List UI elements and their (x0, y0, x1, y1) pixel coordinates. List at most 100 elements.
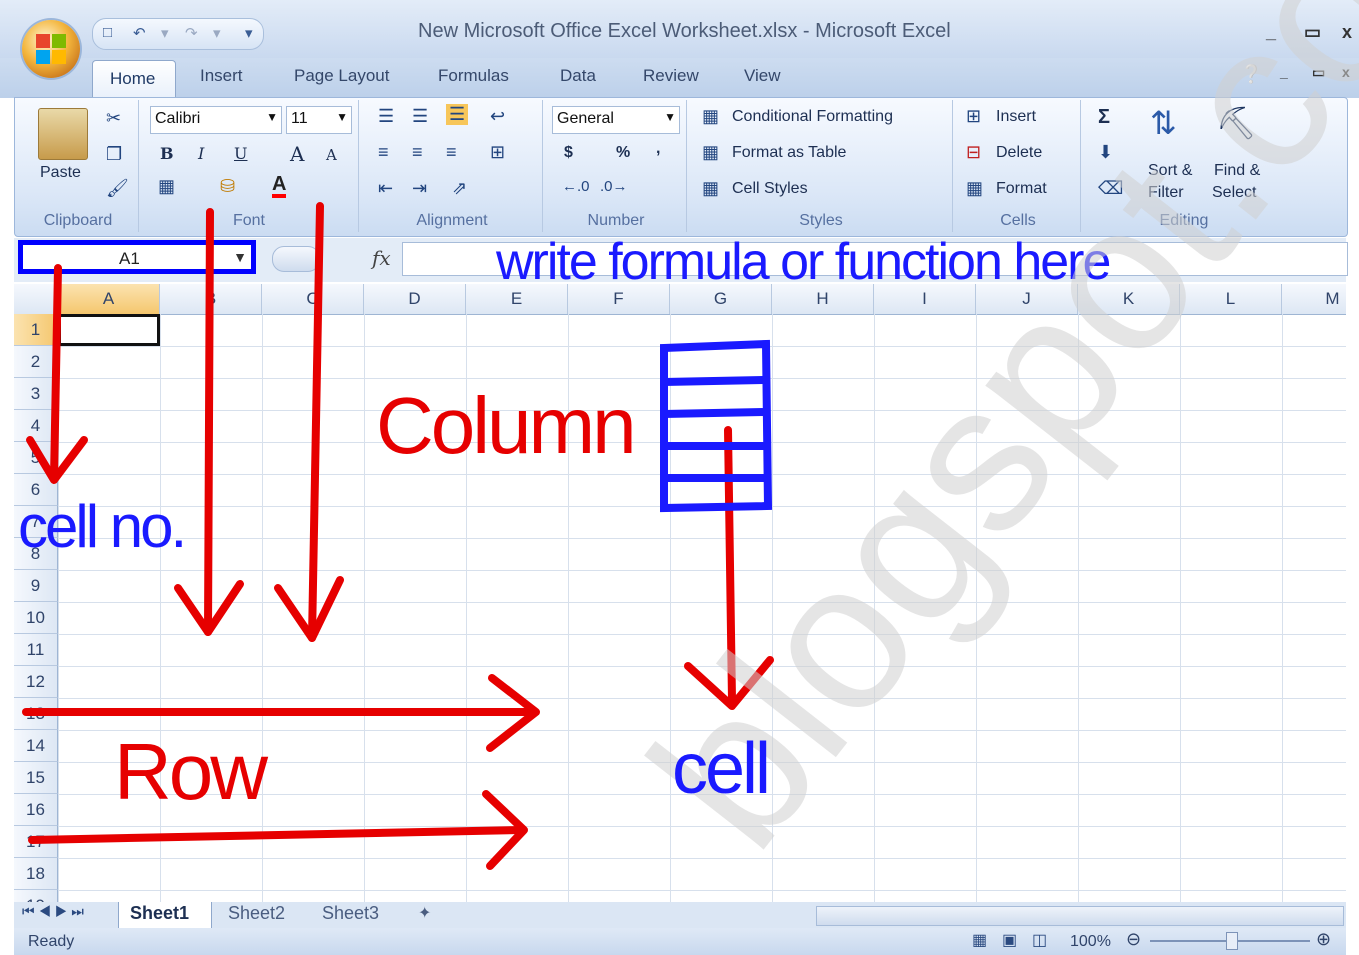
number-format-select[interactable]: General ▼ (552, 106, 680, 134)
zoom-level[interactable]: 100% (1070, 933, 1111, 951)
row-header-10[interactable]: 10 (14, 602, 58, 634)
zoom-slider-thumb[interactable] (1226, 932, 1238, 950)
font-color-button[interactable]: A (272, 174, 287, 198)
align-top-icon[interactable]: ☰ (378, 106, 394, 127)
undo-icon[interactable]: ↶ (133, 24, 146, 42)
row-header-4[interactable]: 4 (14, 410, 58, 442)
row-header-16[interactable]: 16 (14, 794, 58, 826)
redo-icon[interactable]: ↷ (185, 24, 198, 42)
column-header-j[interactable]: J (976, 284, 1078, 314)
sheet-nav-icon[interactable]: ⏮ ◀ ▶ ⏭ (22, 903, 84, 920)
column-header-l[interactable]: L (1180, 284, 1282, 314)
column-header-a[interactable]: A (58, 284, 160, 314)
tab-home[interactable]: Home (92, 60, 176, 99)
ribbon-minimize-button[interactable]: _ (1280, 64, 1288, 80)
horizontal-scrollbar[interactable] (816, 906, 1344, 926)
percent-button[interactable]: % (616, 144, 630, 162)
ribbon-restore-button[interactable]: ▭ (1312, 64, 1325, 81)
cell-styles-button[interactable]: Cell Styles (732, 180, 808, 198)
font-name-select[interactable]: Calibri ▼ (150, 106, 282, 134)
paste-icon[interactable] (38, 108, 88, 160)
tab-page-layout[interactable]: Page Layout (294, 66, 389, 86)
chevron-down-icon[interactable]: ▾ (161, 24, 169, 42)
insert-function-button[interactable]: fx (372, 246, 391, 270)
row-header-2[interactable]: 2 (14, 346, 58, 378)
page-break-view-icon[interactable]: ◫ (1032, 930, 1047, 950)
row-header-12[interactable]: 12 (14, 666, 58, 698)
tab-data[interactable]: Data (560, 66, 596, 86)
fill-icon[interactable]: ⬇ (1098, 142, 1113, 163)
grow-font-button[interactable]: A (290, 142, 304, 166)
customize-qat-icon[interactable]: ▾ (245, 24, 253, 42)
row-header-19[interactable]: 19 (14, 890, 58, 902)
row-header-3[interactable]: 3 (14, 378, 58, 410)
column-header-k[interactable]: K (1078, 284, 1180, 314)
office-button[interactable] (22, 20, 80, 78)
tab-review[interactable]: Review (643, 66, 699, 86)
clear-icon[interactable]: ⌫ (1098, 178, 1123, 199)
row-header-17[interactable]: 17 (14, 826, 58, 858)
column-header-m[interactable]: M (1282, 284, 1346, 314)
find-select-label-1[interactable]: Find & (1214, 162, 1260, 180)
tab-formulas[interactable]: Formulas (438, 66, 509, 86)
name-box[interactable]: A1 ▼ (18, 240, 256, 274)
align-center-icon[interactable]: ≡ (412, 142, 423, 163)
active-cell[interactable] (58, 314, 160, 346)
increase-decimal-icon[interactable]: ←.0 (562, 178, 590, 195)
row-header-1[interactable]: 1 (14, 314, 58, 346)
insert-cells-button[interactable]: Insert (996, 108, 1036, 126)
row-header-15[interactable]: 15 (14, 762, 58, 794)
tab-view[interactable]: View (744, 66, 781, 86)
autosum-button[interactable]: Σ (1098, 106, 1110, 129)
bold-button[interactable]: B (160, 144, 174, 163)
currency-button[interactable]: $ (564, 144, 573, 162)
column-header-d[interactable]: D (364, 284, 466, 314)
zoom-in-icon[interactable]: ⊕ (1316, 929, 1331, 950)
column-header-f[interactable]: F (568, 284, 670, 314)
borders-icon[interactable]: ▦ (158, 176, 175, 197)
decrease-decimal-icon[interactable]: .0→ (600, 178, 628, 195)
fill-color-icon[interactable]: ⛁ (220, 176, 235, 197)
sheet-tab-sheet2[interactable]: Sheet2 (228, 903, 285, 924)
maximize-button[interactable]: ▭ (1304, 22, 1321, 43)
align-left-icon[interactable]: ≡ (378, 142, 389, 163)
align-right-icon[interactable]: ≡ (446, 142, 457, 163)
column-header-h[interactable]: H (772, 284, 874, 314)
page-layout-view-icon[interactable]: ▣ (1002, 930, 1017, 950)
row-header-14[interactable]: 14 (14, 730, 58, 762)
copy-icon[interactable]: ❐ (106, 144, 122, 165)
format-cells-button[interactable]: Format (996, 180, 1047, 198)
increase-indent-icon[interactable]: ⇥ (412, 178, 427, 199)
save-icon[interactable]: □ (103, 24, 112, 41)
zoom-out-icon[interactable]: ⊖ (1126, 929, 1141, 950)
row-header-18[interactable]: 18 (14, 858, 58, 890)
find-select-label-2[interactable]: Select (1212, 184, 1256, 202)
font-size-select[interactable]: 11 ▼ (286, 106, 352, 134)
format-as-table-button[interactable]: Format as Table (732, 144, 846, 162)
italic-button[interactable]: I (198, 144, 204, 163)
column-header-i[interactable]: I (874, 284, 976, 314)
chevron-down-icon[interactable]: ▾ (213, 24, 221, 42)
help-icon[interactable]: ❔ (1240, 64, 1262, 85)
column-header-g[interactable]: G (670, 284, 772, 314)
row-header-11[interactable]: 11 (14, 634, 58, 666)
row-header-9[interactable]: 9 (14, 570, 58, 602)
conditional-formatting-button[interactable]: Conditional Formatting (732, 108, 893, 126)
insert-sheet-icon[interactable]: ✦ (418, 903, 431, 923)
underline-button[interactable]: U (234, 144, 247, 163)
minimize-button[interactable]: _ (1266, 22, 1276, 43)
select-all-corner[interactable] (14, 284, 58, 314)
row-header-5[interactable]: 5 (14, 442, 58, 474)
sheet-tab-sheet3[interactable]: Sheet3 (322, 903, 379, 924)
column-header-c[interactable]: C (262, 284, 364, 314)
delete-cells-button[interactable]: Delete (996, 144, 1042, 162)
align-bottom-icon[interactable]: ☰ (446, 104, 469, 125)
orientation-icon[interactable]: ⇗ (452, 178, 467, 199)
sort-filter-label-1[interactable]: Sort & (1148, 162, 1192, 180)
formula-bar-expand-button[interactable] (272, 246, 320, 272)
align-middle-icon[interactable]: ☰ (412, 106, 428, 127)
paste-button[interactable]: Paste (40, 164, 81, 182)
merge-center-icon[interactable]: ⊞ (490, 142, 505, 163)
column-header-b[interactable]: B (160, 284, 262, 314)
sort-filter-label-2[interactable]: Filter (1148, 184, 1184, 202)
